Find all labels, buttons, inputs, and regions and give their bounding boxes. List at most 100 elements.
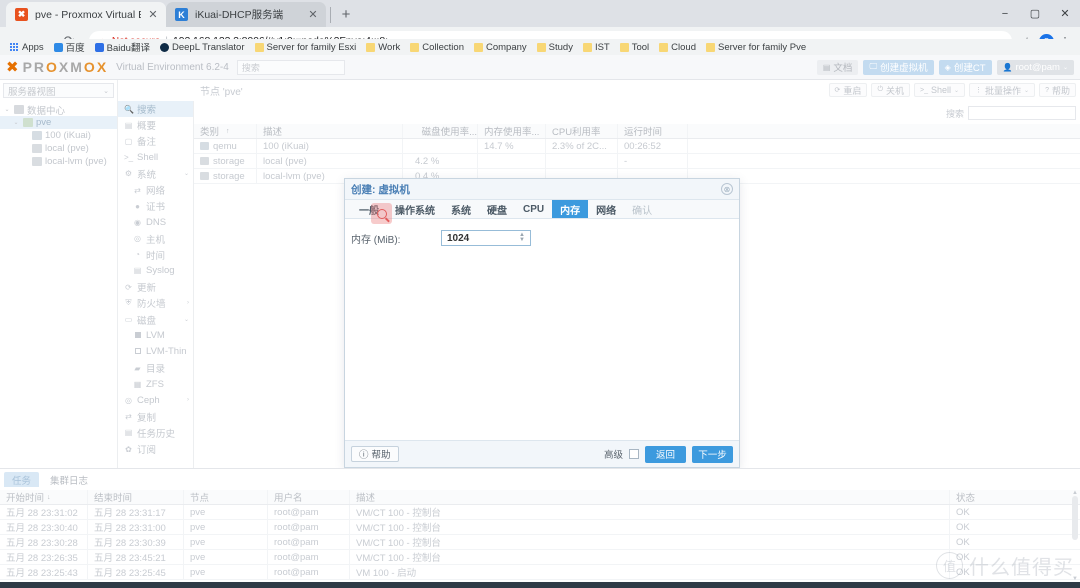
nav-item-13[interactable]: ▭ 磁盘 ⌄ — [118, 311, 193, 327]
memory-input[interactable]: 1024 ▲ ▼ — [441, 230, 531, 246]
bookmark-2[interactable]: Baidu翻译 — [90, 40, 155, 54]
header-button-0[interactable]: ▤ 文档 — [816, 59, 859, 75]
nav-item-1[interactable]: ▤ 概要 — [118, 117, 193, 133]
table-row[interactable]: storage local (pve) 4.2 % - — [194, 154, 1080, 169]
new-tab-button[interactable]: + — [335, 3, 357, 25]
task-header-5[interactable]: 状态 — [950, 490, 1080, 504]
quantity-stepper[interactable]: ▲ ▼ — [519, 232, 525, 243]
table-row[interactable]: qemu 100 (iKuai) 14.7 % 2.3% of 2C... 00:26:… — [194, 139, 1080, 154]
task-table-scrollbar[interactable]: ▲ ▼ — [1072, 490, 1078, 582]
nav-item-21[interactable]: ✿ 订阅 — [118, 441, 193, 457]
bookmark-12[interactable]: Server for family Pve — [701, 42, 811, 53]
bookmark-9[interactable]: IST — [578, 42, 615, 53]
nav-item-8[interactable]: ◎ 主机 — [118, 231, 193, 247]
nav-item-14[interactable]: LVM — [118, 328, 193, 344]
nav-item-19[interactable]: ⇄ 复制 — [118, 409, 193, 425]
nav-item-2[interactable]: ▢ 备注 — [118, 133, 193, 149]
close-icon[interactable]: ⊗ — [721, 183, 733, 195]
table-header-0[interactable]: 类别 ↑ — [194, 124, 257, 138]
bookmark-0[interactable]: Apps — [5, 42, 49, 53]
task-header-1[interactable]: 结束时间 — [88, 490, 184, 504]
dialog-tab-2[interactable]: 系统 — [443, 200, 479, 218]
browser-tab-ikuai[interactable]: K iKuai-DHCP服务端 ✕ — [166, 2, 326, 27]
content-toolbar-button-2[interactable]: >_ Shell ⌄ — [914, 83, 966, 97]
task-row[interactable]: 五月 28 23:30:40 五月 28 23:31:00 pve root@pam V… — [0, 520, 1080, 535]
content-search-input[interactable] — [968, 106, 1076, 120]
nav-item-9[interactable]: ◔ 时间 — [118, 247, 193, 263]
tree-twisty-icon[interactable]: ⌄ — [12, 119, 20, 126]
bookmark-4[interactable]: Server for family Esxi — [250, 42, 362, 53]
tree-item-3[interactable]: local (pve) — [0, 142, 117, 155]
header-button-2[interactable]: ◈ 创建CT — [938, 59, 992, 75]
bookmark-5[interactable]: Work — [361, 42, 405, 53]
advanced-checkbox[interactable] — [629, 449, 639, 459]
nav-item-3[interactable]: >_ Shell — [118, 150, 193, 166]
dialog-tab-7[interactable]: 确认 — [624, 200, 660, 218]
dialog-tab-6[interactable]: 网络 — [588, 200, 624, 218]
task-header-2[interactable]: 节点 — [184, 490, 268, 504]
close-icon[interactable]: ✕ — [148, 8, 158, 21]
tree-item-1[interactable]: ⌄ pve — [0, 116, 117, 129]
view-selector[interactable]: 服务器视图 ⌄ — [3, 83, 114, 98]
bookmark-7[interactable]: Company — [469, 42, 532, 53]
bookmark-10[interactable]: Tool — [615, 42, 654, 53]
nav-item-20[interactable]: ▤ 任务历史 — [118, 425, 193, 441]
table-header-3[interactable]: 内存使用率... — [478, 124, 546, 138]
task-header-3[interactable]: 用户名 — [268, 490, 350, 504]
nav-item-7[interactable]: ◉ DNS — [118, 214, 193, 230]
bookmark-8[interactable]: Study — [532, 42, 578, 53]
bookmark-1[interactable]: 百度 — [49, 40, 90, 54]
nav-item-0[interactable]: 🔍 搜索 — [118, 101, 193, 118]
task-header-4[interactable]: 描述 — [350, 490, 950, 504]
task-row[interactable]: 五月 28 23:31:02 五月 28 23:31:17 pve root@pam V… — [0, 505, 1080, 520]
spin-down-icon[interactable]: ▼ — [519, 237, 525, 243]
table-header-2[interactable]: 磁盘使用率... — [403, 124, 478, 138]
nav-item-15[interactable]: LVM-Thin — [118, 344, 193, 360]
nav-item-12[interactable]: ⛨ 防火墙 › — [118, 295, 193, 311]
tree-item-0[interactable]: ⌄ 数据中心 — [0, 103, 117, 117]
task-header-0[interactable]: 开始时间 ↓ — [0, 490, 88, 504]
table-header-5[interactable]: 运行时间 — [618, 124, 688, 138]
bookmark-6[interactable]: Collection — [405, 42, 469, 53]
nav-item-4[interactable]: ⚙ 系统 ⌄ — [118, 166, 193, 182]
dialog-tab-3[interactable]: 硬盘 — [479, 200, 515, 218]
task-panel-tab-1[interactable]: 集群日志 — [42, 472, 96, 487]
dialog-tab-1[interactable]: 操作系统 — [387, 200, 443, 218]
tree-item-4[interactable]: local-lvm (pve) — [0, 155, 117, 168]
content-toolbar-button-3[interactable]: ⋮ 批量操作 ⌄ — [969, 83, 1036, 97]
content-toolbar-button-1[interactable]: ⏻ 关机 — [871, 83, 910, 97]
dialog-help-button[interactable]: ⓘ 帮助 — [351, 446, 399, 462]
nav-item-5[interactable]: ⇄ 网络 — [118, 182, 193, 198]
minimize-icon[interactable]: − — [990, 0, 1020, 27]
content-toolbar-button-0[interactable]: ⟳ 重启 — [828, 83, 868, 97]
table-header-1[interactable]: 描述 — [257, 124, 403, 138]
next-button[interactable]: 下一步 — [692, 445, 733, 463]
header-button-3[interactable]: 👤 root@pam ⌄ — [996, 59, 1074, 75]
task-row[interactable]: 五月 28 23:25:43 五月 28 23:25:45 pve root@pam V… — [0, 565, 1080, 580]
back-button[interactable]: 返回 — [645, 445, 686, 463]
task-panel-tab-0[interactable]: 任务 — [4, 472, 40, 487]
close-window-icon[interactable]: ✕ — [1050, 0, 1080, 27]
nav-item-16[interactable]: ▰ 目录 — [118, 360, 193, 376]
bookmark-11[interactable]: Cloud — [654, 42, 701, 53]
tree-item-2[interactable]: 100 (iKuai) — [0, 129, 117, 142]
nav-item-17[interactable]: ▦ ZFS — [118, 376, 193, 392]
scroll-up-icon[interactable]: ▲ — [1072, 490, 1078, 496]
dialog-tab-4[interactable]: CPU — [515, 200, 552, 218]
scrollbar-thumb[interactable] — [1072, 496, 1078, 540]
tree-twisty-icon[interactable]: ⌄ — [3, 106, 11, 113]
global-search-input[interactable]: 搜索 — [236, 59, 345, 75]
table-header-4[interactable]: CPU利用率 — [546, 124, 618, 138]
close-icon[interactable]: ✕ — [308, 8, 318, 21]
task-row[interactable]: 五月 28 23:26:35 五月 28 23:45:21 pve root@pam V… — [0, 550, 1080, 565]
bookmark-3[interactable]: DeepL Translator — [155, 42, 250, 53]
browser-tab-pve[interactable]: ✖ pve - Proxmox Virtual Environme ✕ — [6, 2, 166, 27]
dialog-tab-5[interactable]: 内存 — [552, 200, 589, 218]
nav-item-18[interactable]: ◎ Ceph › — [118, 392, 193, 408]
content-toolbar-button-4[interactable]: ? 帮助 — [1039, 83, 1076, 97]
task-row[interactable]: 五月 28 23:30:28 五月 28 23:30:39 pve root@pam V… — [0, 535, 1080, 550]
nav-item-6[interactable]: ● 证书 — [118, 198, 193, 214]
header-button-1[interactable]: 🖵 创建虚拟机 — [863, 59, 934, 75]
nav-item-11[interactable]: ⟳ 更新 — [118, 279, 193, 295]
maximize-icon[interactable]: ▢ — [1020, 0, 1050, 27]
